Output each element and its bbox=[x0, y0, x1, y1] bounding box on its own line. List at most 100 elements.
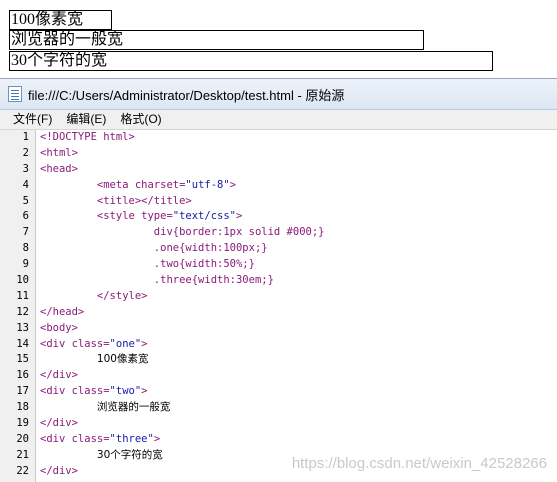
line-number: 11 bbox=[16, 289, 29, 302]
code-token: </div> bbox=[40, 369, 78, 382]
source-line: 浏览器的一般宽 bbox=[36, 400, 557, 416]
code-token: </head> bbox=[40, 305, 85, 318]
line-number: 21 bbox=[16, 448, 29, 461]
code-token: </style> bbox=[96, 289, 148, 302]
code-token: div{border:1px solid #000;} bbox=[153, 226, 325, 239]
code-token: > bbox=[141, 385, 148, 398]
code-token: > bbox=[229, 178, 237, 191]
code-token: <meta charset= bbox=[96, 178, 186, 191]
line-number: 10 bbox=[16, 274, 29, 287]
line-number: 5 bbox=[22, 194, 29, 207]
line-number: 12 bbox=[16, 305, 29, 318]
source-line: <style type="text/css"> bbox=[36, 209, 557, 225]
source-line: <div class="one"> bbox=[36, 337, 557, 353]
code-token: <div class= bbox=[40, 385, 110, 398]
code-token: .one{width:100px;} bbox=[153, 242, 268, 255]
code-token: "three" bbox=[109, 432, 154, 445]
source-line: 100像素宽 bbox=[36, 352, 557, 368]
menu-edit[interactable]: 编辑(E) bbox=[60, 110, 112, 129]
code-token: .three{width:30em;} bbox=[153, 274, 274, 287]
source-line: </head> bbox=[36, 305, 557, 321]
line-number: 4 bbox=[22, 178, 29, 191]
line-number: 16 bbox=[16, 369, 29, 382]
code-token: <div class= bbox=[40, 337, 110, 350]
line-number: 17 bbox=[16, 385, 29, 398]
menu-bar: 文件(F) 编辑(E) 格式(O) bbox=[0, 110, 557, 130]
code-token: <head> bbox=[40, 162, 78, 175]
line-number: 22 bbox=[16, 464, 29, 477]
source-line: <div class="three"> bbox=[36, 432, 557, 448]
div-one: 100像素宽 bbox=[9, 10, 112, 30]
source-line: <body> bbox=[36, 321, 557, 337]
code-token: > bbox=[153, 432, 161, 445]
line-number: 13 bbox=[16, 321, 29, 334]
line-number: 19 bbox=[16, 417, 29, 430]
code-token: <style type= bbox=[96, 210, 173, 223]
line-number: 2 bbox=[22, 146, 29, 159]
source-line: .two{width:50%;} bbox=[36, 257, 557, 273]
code-token: </div> bbox=[40, 417, 78, 430]
source-line: <head> bbox=[36, 162, 557, 178]
rendered-page: 100像素宽 浏览器的一般宽 30个字符的宽 bbox=[0, 0, 557, 78]
code-token: "one" bbox=[109, 337, 142, 350]
code-token: <div class= bbox=[40, 432, 110, 445]
source-line: <title></title> bbox=[36, 194, 557, 210]
code-token: <!DOCTYPE html> bbox=[40, 131, 135, 143]
code-token: </div> bbox=[40, 464, 78, 477]
source-line: <html> bbox=[36, 146, 557, 162]
menu-format[interactable]: 格式(O) bbox=[114, 110, 167, 129]
line-number: 18 bbox=[16, 401, 29, 414]
line-number-gutter: 1 2 3 4 5 6 7 8 9 10 11 12 13 14 15 16 17 18 19 20 21 22 bbox=[0, 130, 36, 482]
code-token: "utf-8" bbox=[185, 178, 230, 191]
line-number: 1 bbox=[22, 131, 29, 143]
document-icon bbox=[8, 86, 22, 102]
source-line: <!DOCTYPE html> bbox=[36, 130, 557, 146]
source-line: <div class="two"> bbox=[36, 384, 557, 400]
source-line: </div> bbox=[36, 416, 557, 432]
source-line: </style> bbox=[36, 289, 557, 305]
source-line: <meta charset="utf-8"> bbox=[36, 178, 557, 194]
source-line: .three{width:30em;} bbox=[36, 273, 557, 289]
menu-file[interactable]: 文件(F) bbox=[7, 110, 58, 129]
code-token: > bbox=[141, 337, 148, 350]
line-number: 15 bbox=[16, 353, 29, 366]
view-source-window: file:///C:/Users/Administrator/Desktop/t… bbox=[0, 79, 557, 482]
line-number: 7 bbox=[22, 226, 29, 239]
title-bar[interactable]: file:///C:/Users/Administrator/Desktop/t… bbox=[0, 79, 557, 110]
code-token: .two{width:50%;} bbox=[153, 258, 255, 271]
source-line: .one{width:100px;} bbox=[36, 241, 557, 257]
line-number: 3 bbox=[22, 162, 29, 175]
source-line: div{border:1px solid #000;} bbox=[36, 225, 557, 241]
source-line: </div> bbox=[36, 368, 557, 384]
code-token: 100像素宽 bbox=[96, 353, 149, 366]
line-number: 9 bbox=[22, 258, 29, 271]
line-number: 6 bbox=[22, 210, 29, 223]
code-token: "text/css" bbox=[172, 210, 236, 223]
code-token: <body> bbox=[40, 321, 78, 334]
code-token: 30个字符的宽 bbox=[96, 448, 163, 461]
code-token: "two" bbox=[109, 385, 142, 398]
line-number: 14 bbox=[16, 337, 29, 350]
div-three: 30个字符的宽 bbox=[9, 51, 493, 71]
code-token: 浏览器的一般宽 bbox=[96, 401, 171, 414]
source-editor[interactable]: 1 2 3 4 5 6 7 8 9 10 11 12 13 14 15 16 17 18 19 20 21 22 <!DO… bbox=[0, 130, 557, 482]
code-token: > bbox=[235, 210, 243, 223]
watermark: https://blog.csdn.net/weixin_42528266 bbox=[291, 455, 547, 472]
line-number: 8 bbox=[22, 242, 29, 255]
code-token: <html> bbox=[40, 146, 78, 159]
div-two: 浏览器的一般宽 bbox=[9, 30, 424, 50]
window-title: file:///C:/Users/Administrator/Desktop/t… bbox=[28, 87, 345, 103]
line-number: 20 bbox=[16, 432, 29, 445]
code-token: <title></title> bbox=[96, 194, 192, 207]
source-code[interactable]: <!DOCTYPE html> <html> <head> <meta charse… bbox=[36, 130, 557, 482]
